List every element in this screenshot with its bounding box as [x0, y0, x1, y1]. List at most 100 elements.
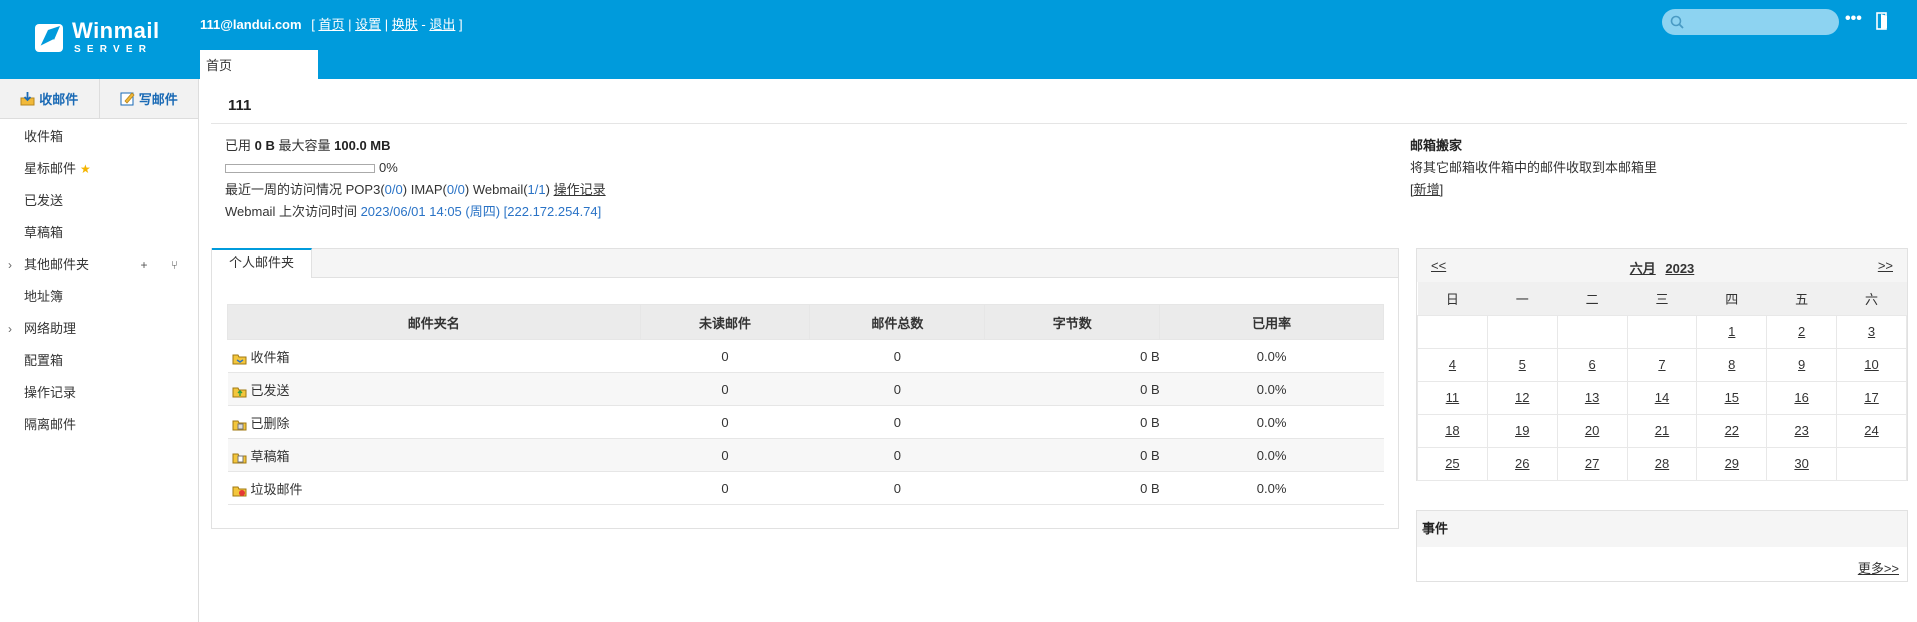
- sidebar-item-drafts[interactable]: 草稿箱: [0, 217, 198, 249]
- calendar-day[interactable]: 26: [1486, 446, 1558, 481]
- exit-door-icon[interactable]: [1875, 12, 1891, 30]
- settings-link[interactable]: 设置: [355, 17, 381, 32]
- table-row[interactable]: 草稿箱 0 0 0 B 0.0%: [227, 438, 1384, 472]
- sidebar-item-inbox[interactable]: 收件箱: [0, 121, 198, 153]
- calendar-day[interactable]: 8: [1696, 347, 1768, 382]
- sidebar-item-quarantine[interactable]: 隔离邮件: [0, 409, 198, 441]
- calendar-day-number[interactable]: 25: [1445, 456, 1459, 471]
- skin-link[interactable]: 换肤: [392, 17, 418, 32]
- table-row[interactable]: 已发送 0 0 0 B 0.0%: [227, 372, 1384, 406]
- calendar-day-number[interactable]: 26: [1515, 456, 1529, 471]
- column-header[interactable]: 邮件总数: [809, 304, 986, 340]
- folder-name-cell[interactable]: 已删除: [227, 405, 641, 439]
- migrate-add-link[interactable]: [新增]: [1410, 182, 1443, 197]
- calendar-day[interactable]: 20: [1556, 413, 1628, 448]
- calendar-day[interactable]: 10: [1836, 347, 1907, 382]
- calendar-day[interactable]: 28: [1626, 446, 1698, 481]
- table-row[interactable]: 已删除 0 0 0 B 0.0%: [227, 405, 1384, 439]
- calendar-day[interactable]: 12: [1486, 380, 1558, 415]
- column-header[interactable]: 已用率: [1159, 304, 1384, 340]
- calendar-day[interactable]: 2: [1766, 314, 1838, 349]
- table-row[interactable]: 收件箱 0 0 0 B 0.0%: [227, 339, 1384, 373]
- calendar-day[interactable]: 11: [1417, 380, 1488, 415]
- calendar-day[interactable]: 9: [1766, 347, 1838, 382]
- calendar-day[interactable]: 22: [1696, 413, 1768, 448]
- logout-link[interactable]: 退出: [429, 17, 455, 32]
- search-box[interactable]: [1662, 9, 1839, 35]
- folder-name[interactable]: 已发送: [251, 383, 290, 398]
- compose-mail-button[interactable]: 写邮件: [100, 79, 199, 118]
- calendar-day[interactable]: 1: [1696, 314, 1768, 349]
- table-row[interactable]: 垃圾邮件 0 0 0 B 0.0%: [227, 471, 1384, 505]
- calendar-day-number[interactable]: 1: [1728, 324, 1735, 339]
- receive-mail-button[interactable]: 收邮件: [0, 79, 100, 118]
- tab-personal-folders[interactable]: 个人邮件夹: [212, 248, 312, 278]
- home-link[interactable]: 首页: [318, 17, 344, 32]
- column-header[interactable]: 字节数: [984, 304, 1161, 340]
- calendar-day-number[interactable]: 10: [1864, 357, 1878, 372]
- folder-name-cell[interactable]: 收件箱: [227, 339, 641, 373]
- folder-name[interactable]: 已删除: [251, 416, 290, 431]
- tab-home[interactable]: 首页: [200, 50, 318, 79]
- calendar-day[interactable]: 29: [1696, 446, 1768, 481]
- winmail-logo[interactable]: Winmail SERVER: [34, 18, 164, 58]
- folder-name-cell[interactable]: 草稿箱: [227, 438, 641, 472]
- calendar-day-number[interactable]: 8: [1728, 357, 1735, 372]
- calendar-day[interactable]: 18: [1417, 413, 1488, 448]
- chevron-right-icon[interactable]: ›: [8, 249, 12, 281]
- calendar-day-number[interactable]: 27: [1585, 456, 1599, 471]
- calendar-day-number[interactable]: 4: [1449, 357, 1456, 372]
- calendar-day-number[interactable]: 19: [1515, 423, 1529, 438]
- calendar-day-number[interactable]: 17: [1864, 390, 1878, 405]
- calendar-day-number[interactable]: 23: [1794, 423, 1808, 438]
- calendar-day-number[interactable]: 9: [1798, 357, 1805, 372]
- calendar-day-number[interactable]: 2: [1798, 324, 1805, 339]
- calendar-day-number[interactable]: 18: [1445, 423, 1459, 438]
- calendar-day-number[interactable]: 22: [1725, 423, 1739, 438]
- more-options-icon[interactable]: •••: [1845, 11, 1863, 29]
- calendar-day[interactable]: 24: [1836, 413, 1907, 448]
- calendar-day-number[interactable]: 20: [1585, 423, 1599, 438]
- calendar-day-number[interactable]: 13: [1585, 390, 1599, 405]
- calendar-day[interactable]: 19: [1486, 413, 1558, 448]
- calendar-day[interactable]: 15: [1696, 380, 1768, 415]
- calendar-day-number[interactable]: 21: [1655, 423, 1669, 438]
- operation-log-link[interactable]: 操作记录: [554, 182, 606, 197]
- calendar-month[interactable]: 六月: [1630, 261, 1656, 276]
- calendar-day[interactable]: 25: [1417, 446, 1488, 481]
- sidebar-item-config[interactable]: 配置箱: [0, 345, 198, 377]
- sidebar-item-operation-log[interactable]: 操作记录: [0, 377, 198, 409]
- folder-ops-icons[interactable]: + ⑂: [140, 249, 188, 281]
- calendar-day[interactable]: 5: [1486, 347, 1558, 382]
- sidebar-item-starred[interactable]: 星标邮件 ★: [0, 153, 198, 185]
- folder-name[interactable]: 收件箱: [251, 350, 290, 365]
- calendar-day[interactable]: 3: [1836, 314, 1907, 349]
- calendar-day[interactable]: 27: [1556, 446, 1628, 481]
- calendar-day[interactable]: 17: [1836, 380, 1907, 415]
- calendar-year[interactable]: 2023: [1665, 261, 1694, 276]
- calendar-day[interactable]: 4: [1417, 347, 1488, 382]
- chevron-right-icon[interactable]: ›: [8, 313, 12, 345]
- column-header[interactable]: 邮件夹名: [227, 304, 641, 340]
- folder-name-cell[interactable]: 已发送: [227, 372, 641, 406]
- sidebar-item-address-book[interactable]: 地址簿: [0, 281, 198, 313]
- calendar-day-number[interactable]: 7: [1658, 357, 1665, 372]
- calendar-day[interactable]: 30: [1766, 446, 1838, 481]
- calendar-day-number[interactable]: 29: [1725, 456, 1739, 471]
- calendar-day[interactable]: 7: [1626, 347, 1698, 382]
- calendar-day[interactable]: 21: [1626, 413, 1698, 448]
- events-more-link[interactable]: 更多>>: [1858, 558, 1899, 577]
- calendar-day-number[interactable]: 6: [1588, 357, 1595, 372]
- calendar-day-number[interactable]: 28: [1655, 456, 1669, 471]
- calendar-day[interactable]: 23: [1766, 413, 1838, 448]
- calendar-day-number[interactable]: 14: [1655, 390, 1669, 405]
- folder-name-cell[interactable]: 垃圾邮件: [227, 471, 641, 505]
- folder-name[interactable]: 草稿箱: [251, 449, 290, 464]
- calendar-day-number[interactable]: 16: [1794, 390, 1808, 405]
- calendar-day[interactable]: 14: [1626, 380, 1698, 415]
- sidebar-item-network-assistant[interactable]: › 网络助理: [0, 313, 198, 345]
- calendar-day-number[interactable]: 24: [1864, 423, 1878, 438]
- calendar-day[interactable]: 16: [1766, 380, 1838, 415]
- calendar-day-number[interactable]: 12: [1515, 390, 1529, 405]
- calendar-day-number[interactable]: 3: [1868, 324, 1875, 339]
